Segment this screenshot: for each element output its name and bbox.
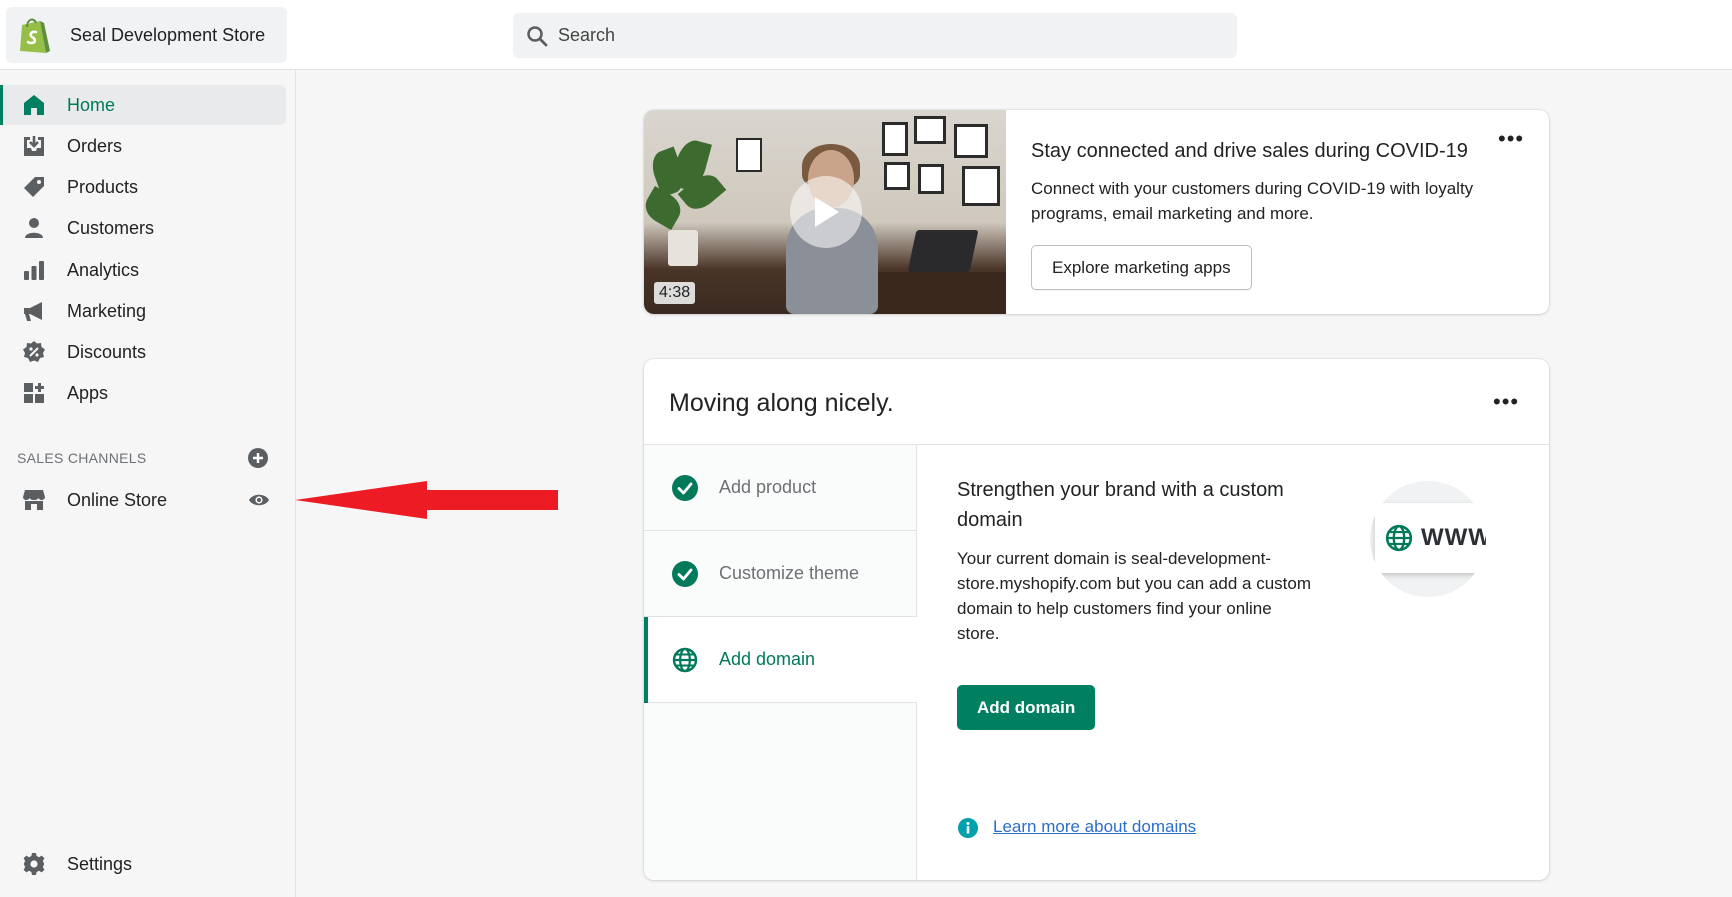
- www-text: WWW: [1421, 524, 1486, 551]
- add-domain-button[interactable]: Add domain: [957, 685, 1096, 730]
- wall-frame: [914, 116, 946, 144]
- sidebar-item-label: Customers: [67, 217, 155, 238]
- sidebar-item-settings[interactable]: Settings: [0, 844, 286, 884]
- annotation-arrow-icon: [295, 481, 558, 519]
- sidebar-item-label: Apps: [67, 382, 109, 403]
- play-button[interactable]: [790, 176, 862, 248]
- play-icon: [815, 197, 839, 227]
- laptop: [907, 230, 979, 272]
- check-circle-icon: [672, 560, 698, 587]
- video-thumbnail[interactable]: 4:38: [644, 110, 1006, 314]
- gear-icon: [22, 852, 46, 876]
- sidebar-item-label: Settings: [67, 853, 133, 874]
- sidebar-item-analytics[interactable]: Analytics: [0, 250, 286, 290]
- sidebar-item-label: Home: [67, 94, 116, 115]
- covid-promo-card: 4:38 Stay connected and drive sales duri…: [644, 110, 1549, 314]
- apps-icon: [22, 381, 46, 405]
- search-icon: [527, 25, 548, 46]
- search-input[interactable]: [558, 25, 1198, 46]
- setup-steps: Add product Customize theme Add domain: [644, 445, 917, 880]
- sidebar-item-online-store[interactable]: Online Store: [0, 480, 286, 520]
- add-circle-icon[interactable]: [248, 448, 268, 468]
- info-icon: [958, 818, 978, 838]
- sidebar-item-label: Orders: [67, 135, 123, 156]
- sidebar-item-label: Analytics: [67, 259, 140, 280]
- search-bar[interactable]: [513, 13, 1237, 58]
- discount-icon: [22, 340, 46, 364]
- setup-guide-card: Moving along nicely. ••• Add product Cus…: [644, 359, 1549, 880]
- wall-frame: [962, 166, 1000, 206]
- sidebar-item-customers[interactable]: Customers: [0, 208, 286, 248]
- step-label: Add product: [719, 477, 817, 497]
- sidebar-item-marketing[interactable]: Marketing: [0, 291, 286, 331]
- step-customize-theme[interactable]: Customize theme: [644, 531, 917, 617]
- domain-detail-title: Strengthen your brand with a custom doma…: [957, 479, 1284, 531]
- globe-icon: [1385, 524, 1413, 552]
- more-actions-icon[interactable]: •••: [1498, 126, 1524, 152]
- store-name: Seal Development Store: [70, 24, 266, 45]
- wall-frame: [882, 122, 908, 156]
- sidebar-item-discounts[interactable]: Discounts: [0, 332, 286, 372]
- shopify-logo-icon: [20, 18, 50, 53]
- orders-icon: [22, 134, 46, 158]
- top-bar: Seal Development Store: [0, 0, 1732, 70]
- setup-card-title: Moving along nicely.: [669, 389, 894, 417]
- sidebar-item-orders[interactable]: Orders: [0, 126, 286, 166]
- desk: [864, 272, 1006, 314]
- check-circle-icon: [672, 474, 698, 501]
- domain-illustration: WWW: [1370, 481, 1486, 597]
- promo-description: Connect with your customers during COVID…: [1031, 179, 1474, 223]
- bar-chart-icon: [22, 258, 46, 282]
- step-add-domain[interactable]: Add domain: [644, 617, 917, 703]
- domain-detail-description: Your current domain is seal-development-…: [957, 549, 1312, 643]
- sidebar-item-label: Online Store: [67, 489, 168, 510]
- plant-pot: [668, 230, 698, 266]
- explore-marketing-apps-button[interactable]: Explore marketing apps: [1031, 245, 1252, 290]
- step-label: Customize theme: [719, 563, 860, 583]
- sidebar-item-products[interactable]: Products: [0, 167, 286, 207]
- sidebar-item-apps[interactable]: Apps: [0, 373, 286, 413]
- sales-channels-heading: SALES CHANNELS: [17, 450, 147, 466]
- promo-title: Stay connected and drive sales during CO…: [1031, 140, 1468, 162]
- wall-frame: [954, 124, 988, 158]
- store-switcher[interactable]: Seal Development Store: [6, 7, 287, 63]
- more-actions-icon[interactable]: •••: [1493, 389, 1519, 415]
- www-card: WWW: [1375, 503, 1486, 573]
- eye-icon[interactable]: [248, 491, 270, 509]
- step-label: Add domain: [719, 649, 816, 669]
- store-icon: [22, 488, 46, 512]
- globe-icon: [672, 647, 698, 672]
- person-icon: [22, 216, 46, 240]
- sidebar-item-home[interactable]: Home: [0, 85, 286, 125]
- wall-frame: [884, 162, 910, 190]
- tag-icon: [22, 175, 46, 199]
- sidebar-item-label: Products: [67, 176, 139, 197]
- learn-more-domains-link[interactable]: Learn more about domains: [993, 817, 1196, 837]
- wall-frame: [918, 164, 944, 194]
- home-icon: [22, 93, 46, 117]
- video-duration: 4:38: [654, 282, 696, 304]
- megaphone-icon: [22, 299, 46, 323]
- step-add-product[interactable]: Add product: [644, 445, 917, 531]
- wall-frame: [736, 138, 762, 172]
- sidebar-item-label: Discounts: [67, 341, 147, 362]
- sidebar-item-label: Marketing: [67, 300, 147, 321]
- sidebar: Home Orders Products Customers Analytics…: [0, 70, 296, 897]
